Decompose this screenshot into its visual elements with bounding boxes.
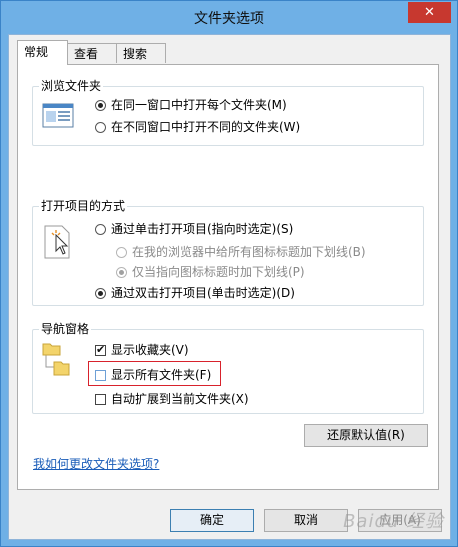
radio-checked-icon	[116, 267, 127, 278]
checkbox-auto-expand[interactable]: 自动扩展到当前文件夹(X)	[95, 391, 249, 407]
checkbox-unchecked-icon	[95, 394, 106, 405]
browse-folders-title: 浏览文件夹	[39, 79, 104, 93]
radio-double-click[interactable]: 通过双击打开项目(单击时选定)(D)	[95, 285, 295, 301]
ok-button[interactable]: 确定	[170, 509, 254, 532]
baidu-watermark: Baidu 经验	[343, 511, 444, 532]
checkbox-checked-icon	[95, 343, 106, 357]
radio-underline-hover[interactable]: 仅当指向图标标题时加下划线(P)	[116, 264, 305, 280]
radio-underline-all[interactable]: 在我的浏览器中给所有图标标题加下划线(B)	[116, 244, 366, 260]
nav-pane-title: 导航窗格	[39, 322, 92, 336]
radio-new-window-label: 在不同窗口中打开不同的文件夹(W)	[111, 120, 301, 134]
checkbox-show-favorites-label: 显示收藏夹(V)	[111, 343, 189, 357]
radio-underline-hover-label: 仅当指向图标标题时加下划线(P)	[132, 265, 305, 279]
radio-checked-icon	[95, 100, 106, 111]
browse-folders-group: 浏览文件夹 在同一窗口中打开每个文件夹(M) 在不同窗口中打开不同的文件夹(W)	[32, 79, 424, 146]
annotation-highlight-box	[88, 361, 221, 386]
click-items-title: 打开项目的方式	[39, 199, 128, 213]
radio-unchecked-icon	[116, 247, 127, 258]
radio-checked-icon	[95, 288, 106, 299]
dialog-body: 常规 查看 搜索 浏览文件夹 在同一窗口中打开每个文件夹(M) 在不同窗口中打开…	[8, 34, 451, 540]
click-items-group: 打开项目的方式 通过单击打开项目(指向时选定)(S) 在我的浏览器中给所有图标标…	[32, 199, 424, 306]
tab-general[interactable]: 常规	[17, 40, 68, 65]
radio-unchecked-icon	[95, 122, 106, 133]
radio-same-window-label: 在同一窗口中打开每个文件夹(M)	[111, 98, 287, 112]
checkbox-auto-expand-label: 自动扩展到当前文件夹(X)	[111, 392, 249, 406]
help-link[interactable]: 我如何更改文件夹选项?	[33, 455, 159, 472]
close-button[interactable]: ✕	[408, 2, 451, 23]
tab-view[interactable]: 查看	[67, 43, 117, 63]
window-layout-icon	[42, 103, 74, 128]
radio-same-window[interactable]: 在同一窗口中打开每个文件夹(M)	[95, 97, 287, 113]
close-icon: ✕	[424, 5, 435, 20]
radio-underline-all-label: 在我的浏览器中给所有图标标题加下划线(B)	[132, 245, 366, 259]
tab-search[interactable]: 搜索	[116, 43, 166, 63]
radio-single-click-label: 通过单击打开项目(指向时选定)(S)	[111, 222, 294, 236]
folder-tree-icon	[42, 343, 70, 376]
cancel-button[interactable]: 取消	[264, 509, 348, 532]
checkbox-show-favorites[interactable]: 显示收藏夹(V)	[95, 342, 189, 358]
radio-double-click-label: 通过双击打开项目(单击时选定)(D)	[111, 286, 295, 300]
radio-unchecked-icon	[95, 224, 106, 235]
title-bar[interactable]: 文件夹选项 ✕	[1, 1, 457, 34]
restore-defaults-button[interactable]: 还原默认值(R)	[304, 424, 428, 447]
radio-new-window[interactable]: 在不同窗口中打开不同的文件夹(W)	[95, 119, 300, 135]
tab-panel-general: 浏览文件夹 在同一窗口中打开每个文件夹(M) 在不同窗口中打开不同的文件夹(W)	[17, 64, 439, 490]
folder-options-window: 文件夹选项 ✕ 常规 查看 搜索 浏览文件夹 在同一窗口中打开每个文件夹(M) …	[0, 0, 458, 547]
mouse-pointer-icon	[44, 225, 70, 259]
window-title: 文件夹选项	[194, 11, 264, 27]
radio-single-click[interactable]: 通过单击打开项目(指向时选定)(S)	[95, 221, 293, 237]
